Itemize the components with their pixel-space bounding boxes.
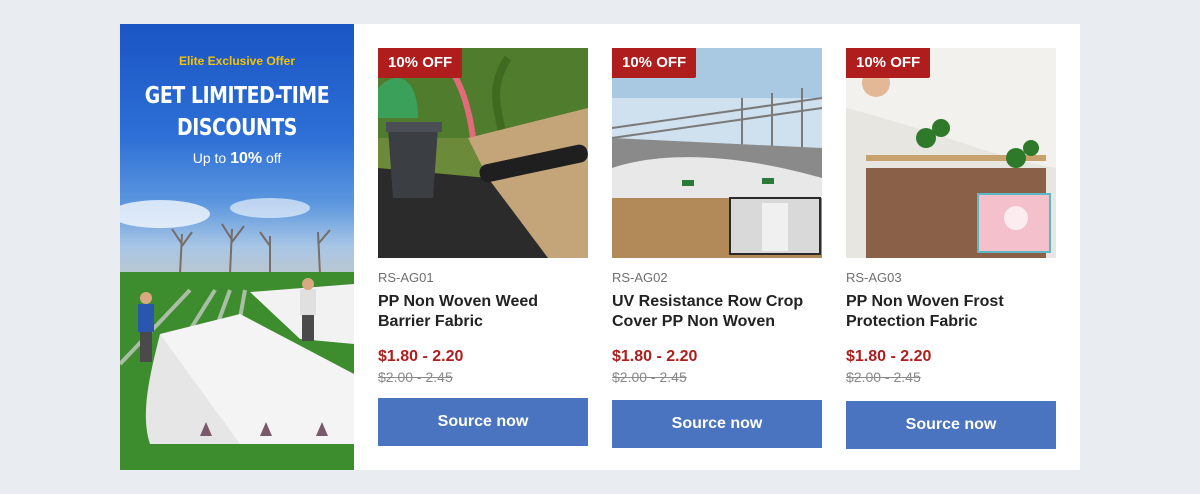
product-card: 10% OFF RS-AG02 UV Resistance Row Crop C… — [612, 48, 822, 448]
source-now-button[interactable]: Source now — [846, 401, 1056, 449]
promo-sub-suffix: off — [265, 150, 282, 166]
product-image[interactable]: 10% OFF — [378, 48, 588, 258]
discount-badge: 10% OFF — [378, 48, 463, 78]
product-original-price: $2.00 - 2.45 — [378, 369, 453, 385]
product-sku: RS-AG01 — [378, 270, 434, 285]
promo-subtext: Up to 10% off — [120, 150, 354, 168]
source-now-button[interactable]: Source now — [612, 400, 822, 448]
discount-badge: 10% OFF — [612, 48, 697, 78]
product-original-price: $2.00 - 2.45 — [846, 369, 921, 385]
product-price: $1.80 - 2.20 — [378, 348, 464, 365]
promo-headline: GET LIMITED-TIME DISCOUNTS — [141, 80, 333, 144]
product-price: $1.80 - 2.20 — [612, 348, 698, 365]
product-sku: RS-AG02 — [612, 270, 668, 285]
promo-headline-line1: GET LIMITED-TIME — [144, 83, 330, 109]
product-promo-panel: Elite Exclusive Offer GET LIMITED-TIME D… — [120, 24, 1080, 470]
product-sku: RS-AG03 — [846, 270, 902, 285]
product-image[interactable]: 10% OFF — [846, 48, 1056, 258]
promo-banner[interactable]: Elite Exclusive Offer GET LIMITED-TIME D… — [120, 24, 354, 470]
promo-sub-prefix: Up to — [192, 150, 227, 166]
product-name[interactable]: PP Non Woven Frost Protection Fabric — [846, 292, 1056, 332]
promo-headline-line2: DISCOUNTS — [176, 115, 297, 141]
product-image[interactable]: 10% OFF — [612, 48, 822, 258]
promo-kicker: Elite Exclusive Offer — [178, 54, 296, 68]
source-now-button[interactable]: Source now — [378, 398, 588, 446]
discount-badge: 10% OFF — [846, 48, 931, 78]
promo-field-photo — [120, 198, 354, 470]
product-card: 10% OFF RS-AG03 PP Non Woven Frost Prote… — [846, 48, 1056, 449]
product-card: 10% OFF RS-AG01 PP Non Woven Weed Barrie… — [378, 48, 588, 448]
product-name[interactable]: UV Resistance Row Crop Cover PP Non Wove… — [612, 292, 822, 332]
product-original-price: $2.00 - 2.45 — [612, 369, 687, 385]
product-price: $1.80 - 2.20 — [846, 348, 932, 365]
promo-sub-value: 10% — [230, 150, 263, 167]
product-name[interactable]: PP Non Woven Weed Barrier Fabric — [378, 292, 588, 332]
